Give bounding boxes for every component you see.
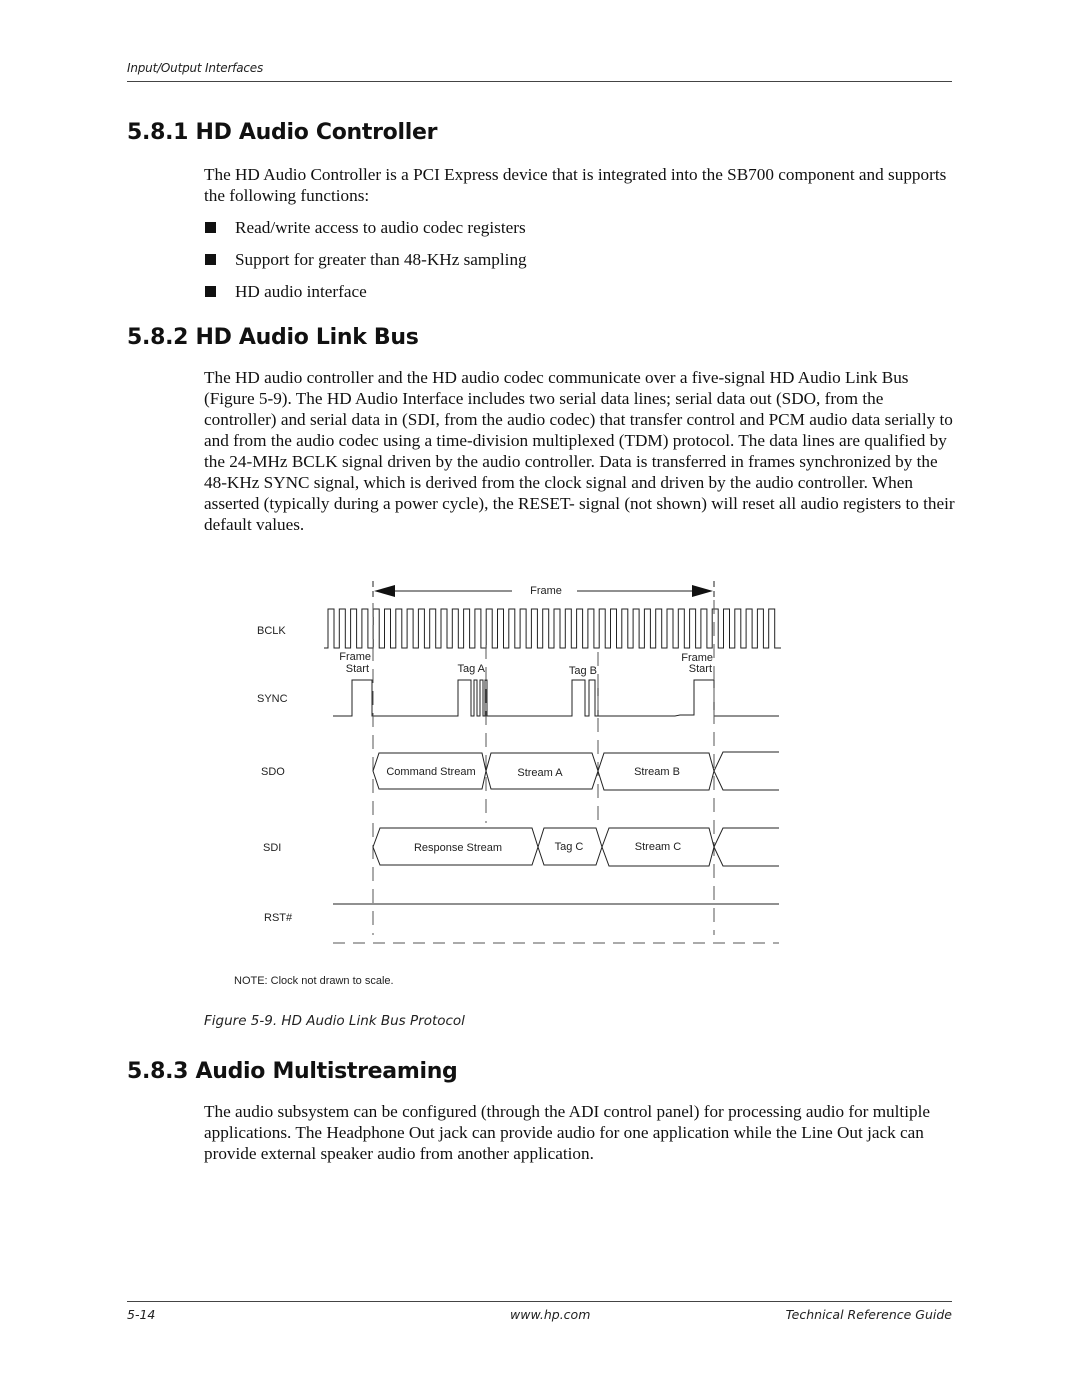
tag-a-label: Tag A [457, 663, 485, 675]
frame-label: Frame [530, 585, 562, 597]
tag-b-label: Tag B [569, 665, 597, 677]
figure-caption: Figure 5-9. HD Audio Link Bus Protocol [204, 1013, 465, 1029]
frame-start-label-1-line2: Start [346, 663, 369, 675]
sdi-label-response-stream: Response Stream [414, 842, 502, 854]
signal-label-sync: SYNC [257, 693, 288, 705]
guide-title: Technical Reference Guide [785, 1307, 952, 1322]
sdo-label-stream-a: Stream A [517, 767, 563, 779]
sdi-label-tag-c: Tag C [555, 841, 584, 853]
figure-note: NOTE: Clock not drawn to scale. [234, 975, 394, 987]
sdo-label-command-stream: Command Stream [386, 766, 475, 778]
frame-start-label-2-line2: Start [689, 663, 712, 675]
signal-label-sdi: SDI [263, 842, 281, 854]
sdi-label-stream-c: Stream C [635, 841, 682, 853]
signal-label-sdo: SDO [261, 766, 285, 778]
footer-url: www.hp.com [510, 1307, 591, 1322]
frame-start-label-1-line1: Frame [339, 651, 371, 663]
signal-label-bclk: BCLK [257, 625, 286, 637]
page-number: 5-14 [127, 1307, 156, 1322]
timing-diagram: Frame BCLK SYNC SDO SDI RST# Frame Start… [234, 581, 781, 987]
footer-rule [127, 1301, 952, 1302]
sdo-label-stream-b: Stream B [634, 766, 680, 778]
bclk-waveform [324, 608, 781, 649]
section-5-8-3-paragraph: The audio subsystem can be configured (t… [204, 1102, 930, 1163]
sync-waveform [333, 679, 779, 717]
signal-label-rst: RST# [264, 912, 293, 924]
section-heading-5-8-3: 5.8.3 Audio Multistreaming [127, 1059, 458, 1084]
frame-arrow-left-head [374, 585, 395, 597]
sdo-segment-next [713, 751, 779, 791]
sdi-segment-next [713, 827, 779, 867]
frame-arrow-right-head [692, 585, 713, 597]
